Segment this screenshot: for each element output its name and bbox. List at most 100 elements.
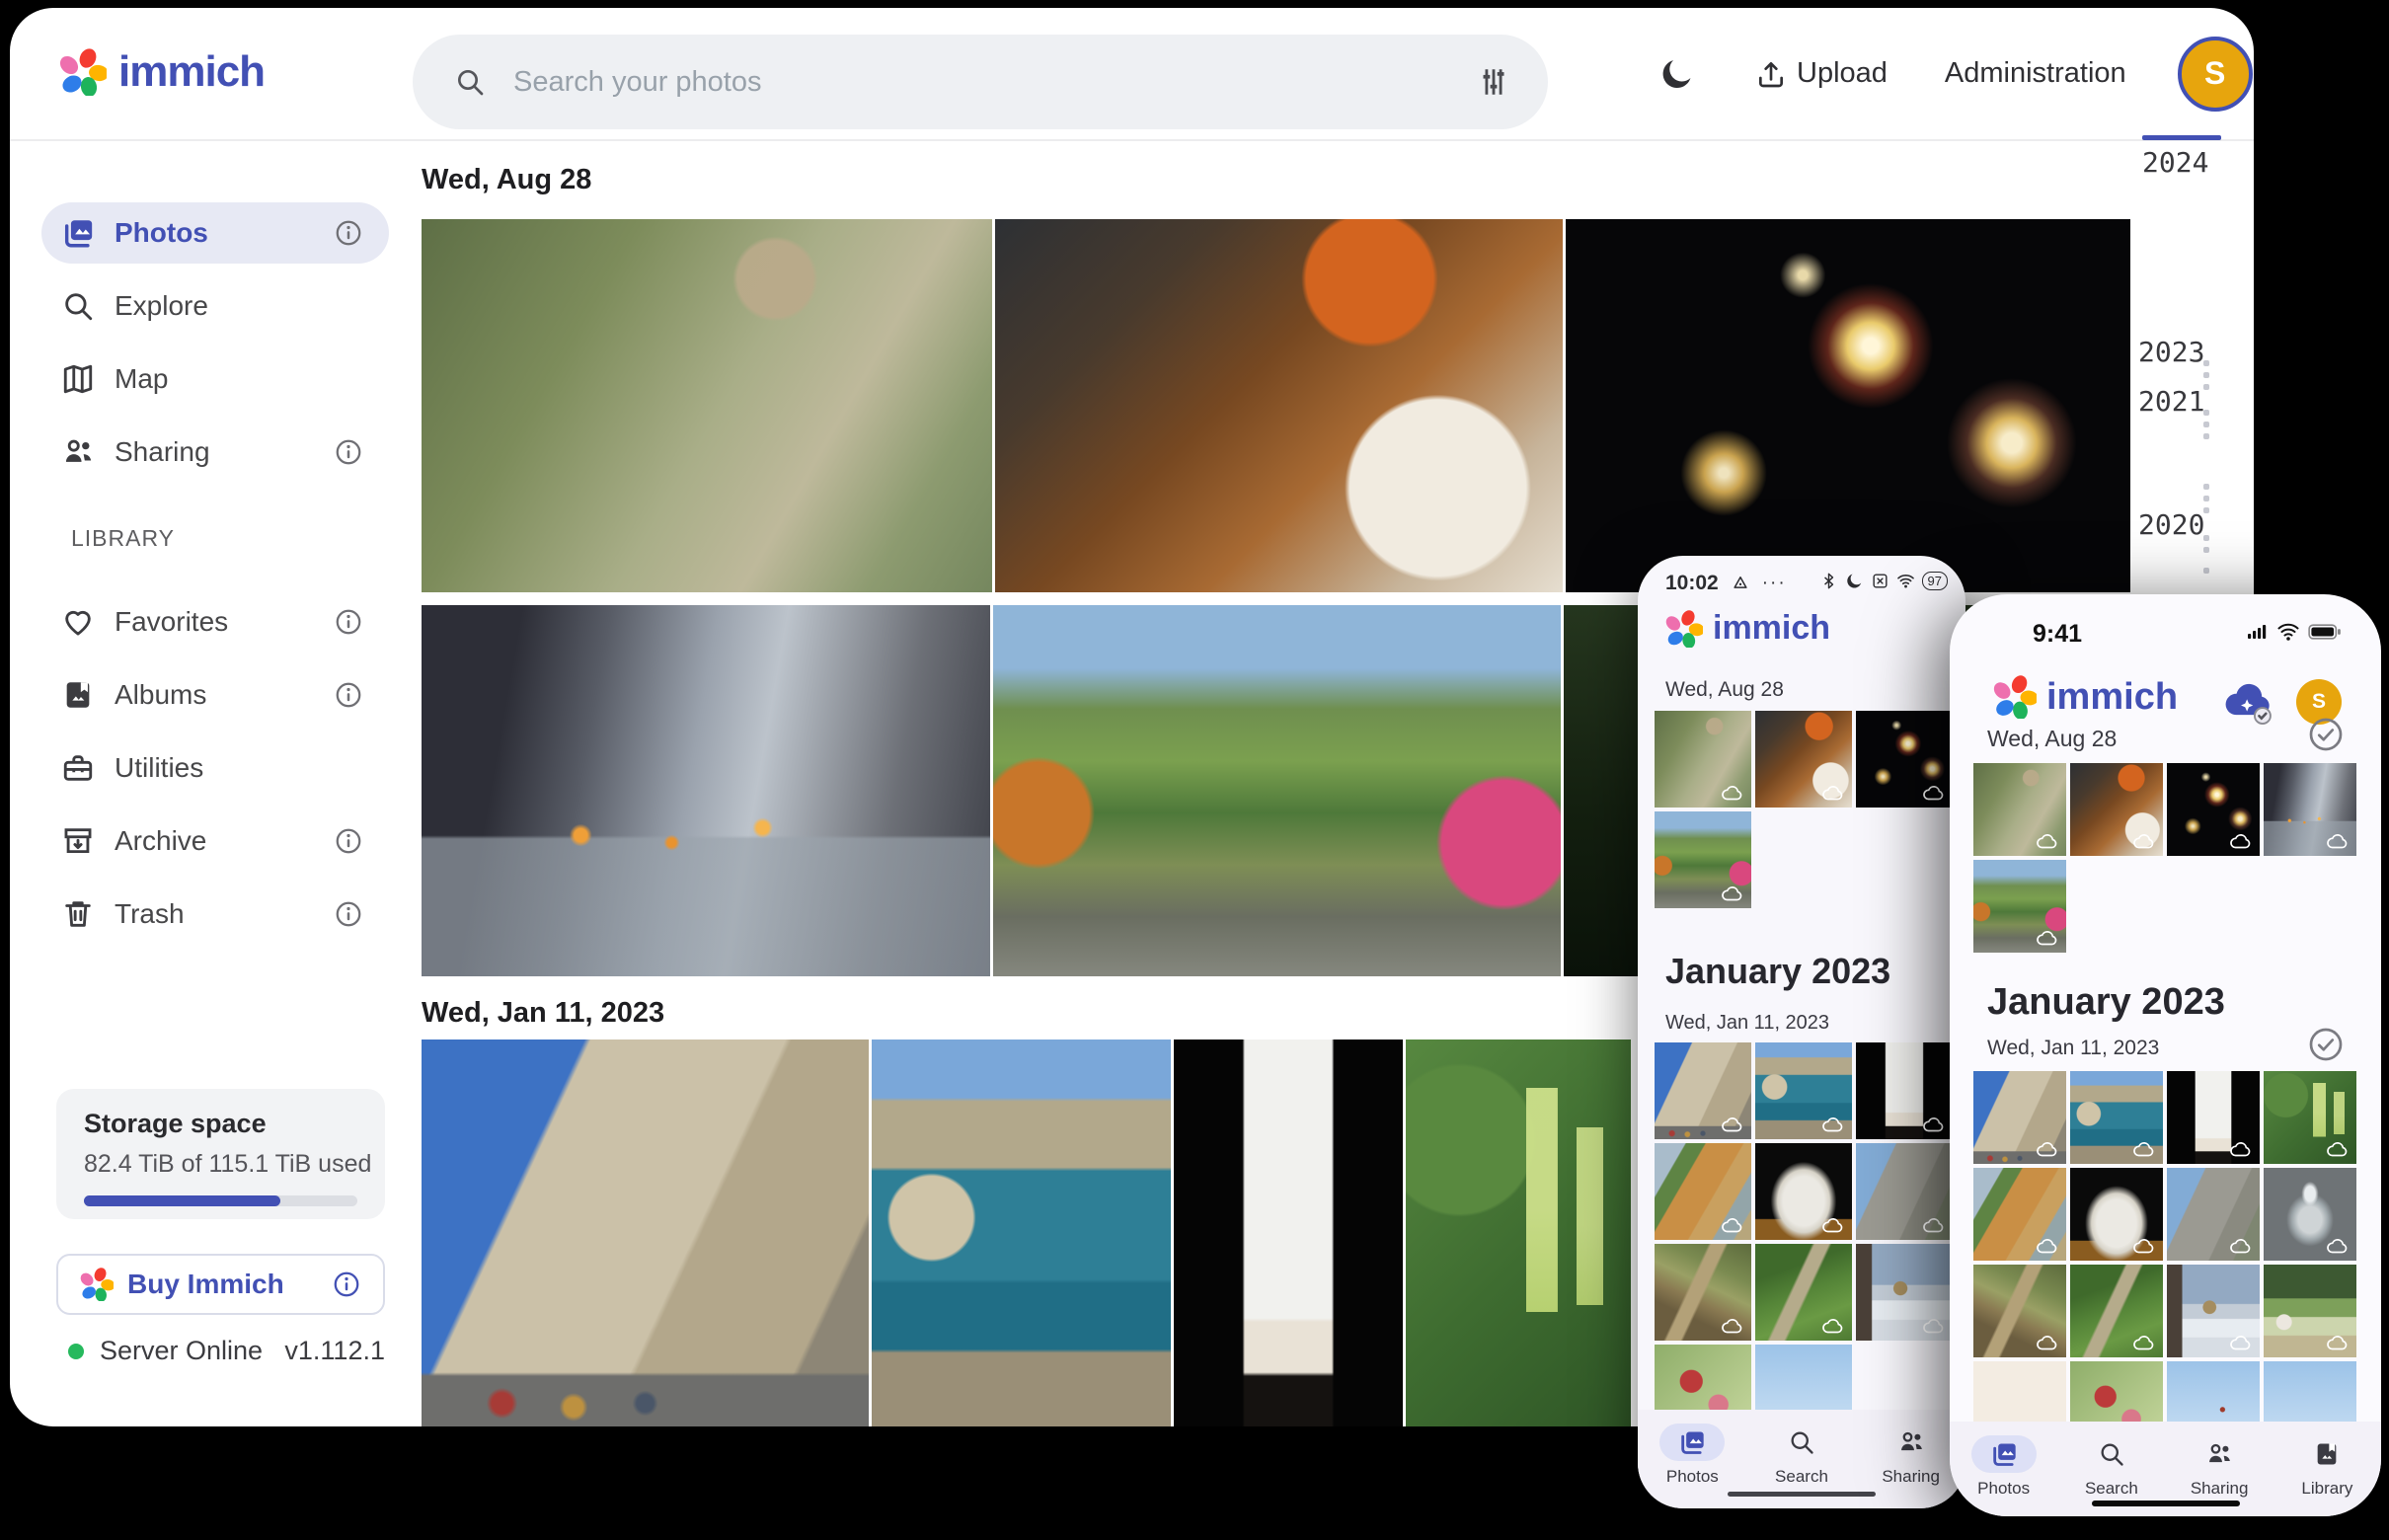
app-logo-text: immich [2046, 676, 2178, 719]
cloud-backup-icon [2132, 1140, 2156, 1158]
info-icon[interactable] [334, 607, 363, 637]
dark-mode-toggle-icon[interactable] [1658, 55, 1696, 93]
info-icon[interactable] [334, 680, 363, 710]
photo-zoo[interactable] [422, 219, 992, 592]
photo-dinner[interactable] [2070, 763, 2163, 856]
android-status-time: 10:02 [1665, 572, 1719, 595]
timeline-dot [2203, 360, 2209, 366]
photo-coast[interactable] [872, 1040, 1171, 1426]
photo-marble-two[interactable] [1755, 1143, 1852, 1240]
photo-fireworks[interactable] [1566, 219, 2130, 592]
photo-lizard-b[interactable] [2070, 1265, 2163, 1357]
cloud-backup-icon [1721, 1116, 1744, 1133]
photo-fortress[interactable] [1655, 1042, 1751, 1139]
photo-coast[interactable] [1755, 1042, 1852, 1139]
timeline-year-2024[interactable]: 2024 [2142, 146, 2221, 179]
photo-autumn-road[interactable] [1655, 811, 1751, 908]
photo-bust[interactable] [1856, 1042, 1953, 1139]
photo-hands[interactable] [2264, 763, 2356, 856]
nav-tab-photos[interactable]: Photos [1659, 1424, 1725, 1487]
photos-icon [61, 216, 95, 250]
photo-fortress[interactable] [1973, 1071, 2066, 1164]
administration-link[interactable]: Administration [1945, 57, 2126, 90]
nav-tab-sharing[interactable]: Sharing [1879, 1424, 1944, 1487]
nav-label: Search [2085, 1479, 2138, 1499]
server-version: v1.112.1 [284, 1336, 385, 1366]
info-icon[interactable] [334, 218, 363, 248]
upload-button[interactable]: Upload [1755, 57, 1888, 90]
photo-fireworks[interactable] [1856, 711, 1953, 808]
nav-tab-sharing[interactable]: Sharing [2187, 1435, 2252, 1499]
search-icon [454, 66, 486, 98]
buy-immich-button[interactable]: Buy Immich [56, 1254, 385, 1315]
photo-zoo[interactable] [1973, 763, 2066, 856]
sidebar-item-utilities[interactable]: Utilities [41, 737, 389, 799]
nav-tab-library[interactable]: Library [2294, 1435, 2359, 1499]
timeline-dot [2203, 496, 2209, 501]
photo-marble-two[interactable] [2070, 1168, 2163, 1261]
cloud-backup-icon [1721, 1317, 1744, 1335]
sidebar-item-explore[interactable]: Explore [41, 275, 389, 337]
ios-status-time: 9:41 [2033, 620, 2082, 649]
photo-lizard-a[interactable] [1655, 1244, 1751, 1341]
battery-icon: 97 [1922, 572, 1948, 590]
home-indicator [1728, 1492, 1876, 1497]
photo-snow-church[interactable] [2167, 1265, 2260, 1357]
photo-dinner[interactable] [995, 219, 1563, 592]
user-avatar[interactable]: S [2178, 37, 2253, 112]
photo-sea-grapes[interactable] [2264, 1071, 2356, 1164]
info-icon[interactable] [334, 826, 363, 856]
timeline-dot [2203, 484, 2209, 490]
photo-lizard-b[interactable] [1755, 1244, 1852, 1341]
utilities-icon [61, 751, 95, 785]
photo-dinner[interactable] [1755, 711, 1852, 808]
photo-ruin[interactable] [1856, 1143, 1953, 1240]
photo-fireworks[interactable] [2167, 763, 2260, 856]
sidebar-item-trash[interactable]: Trash [41, 884, 389, 945]
photo-lizard-a[interactable] [1973, 1265, 2066, 1357]
sidebar-item-photos[interactable]: Photos [41, 202, 389, 264]
select-all-check-icon[interactable] [2308, 717, 2344, 752]
photo-beach-cliff[interactable] [1655, 1143, 1751, 1240]
photo-sea-grapes[interactable] [1406, 1040, 1631, 1426]
info-icon[interactable] [334, 899, 363, 929]
sidebar-label: Trash [115, 898, 334, 930]
photo-beach-cliff[interactable] [1973, 1168, 2066, 1261]
nav-tab-photos[interactable]: Photos [1971, 1435, 2037, 1499]
photo-bust[interactable] [1174, 1040, 1403, 1426]
sidebar-item-archive[interactable]: Archive [41, 810, 389, 872]
explore-icon [61, 289, 95, 323]
select-all-check-icon[interactable] [2308, 1027, 2344, 1062]
search-input[interactable]: Search your photos [413, 35, 1548, 129]
cloud-sync-icon[interactable] [2223, 681, 2274, 727]
timeline-dot [2203, 535, 2209, 541]
photo-zoo[interactable] [1655, 711, 1751, 808]
sidebar-item-map[interactable]: Map [41, 348, 389, 410]
photo-snow-church[interactable] [1856, 1244, 1953, 1341]
sidebar-item-sharing[interactable]: Sharing [41, 422, 389, 483]
sidebar-item-albums[interactable]: Albums [41, 664, 389, 726]
info-icon[interactable] [334, 437, 363, 467]
nav-tab-search[interactable]: Search [2079, 1435, 2144, 1499]
avatar-initial: S [2204, 55, 2225, 92]
photo-ruin[interactable] [2167, 1168, 2260, 1261]
photo-autumn-road[interactable] [1973, 860, 2066, 953]
photo-fortress[interactable] [422, 1040, 869, 1426]
photo-autumn-road[interactable] [993, 605, 1561, 976]
timeline-scrubber-marker[interactable] [2142, 135, 2221, 140]
cloud-backup-icon [2326, 1237, 2350, 1255]
photo-hands[interactable] [422, 605, 990, 976]
photo-alpine-farm[interactable] [2264, 1265, 2356, 1357]
cloud-backup-icon [1821, 1116, 1845, 1133]
filter-icon[interactable] [1477, 65, 1510, 99]
cloud-backup-icon [1721, 885, 1744, 902]
app-logo[interactable]: immich [59, 47, 265, 97]
nav-tab-search[interactable]: Search [1769, 1424, 1834, 1487]
photo-silver-ornament[interactable] [2264, 1168, 2356, 1261]
info-icon[interactable] [332, 1270, 361, 1299]
photo-coast[interactable] [2070, 1071, 2163, 1164]
photo-bust[interactable] [2167, 1071, 2260, 1164]
cloud-backup-icon [2036, 1140, 2059, 1158]
app-logo-text: immich [118, 47, 265, 97]
sidebar-item-favorites[interactable]: Favorites [41, 591, 389, 653]
